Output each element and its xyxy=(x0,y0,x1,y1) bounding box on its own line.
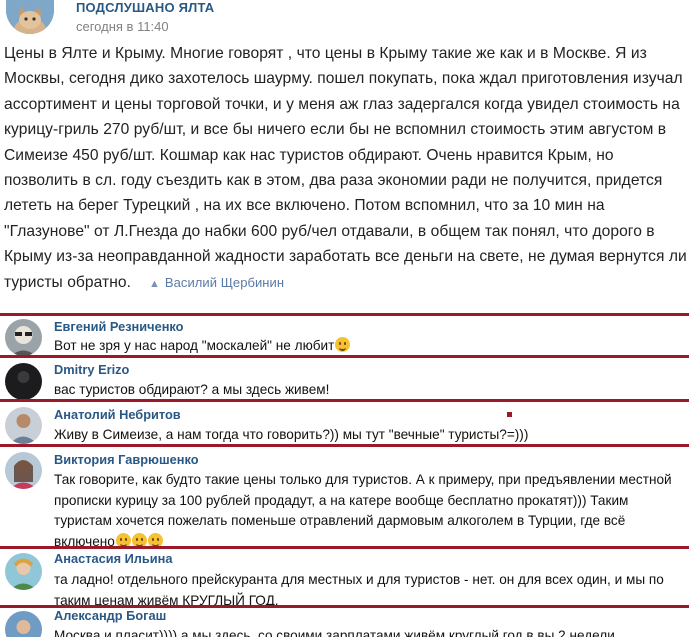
comment-avatar[interactable] xyxy=(5,553,42,590)
post-text: Цены в Ялте и Крыму. Многие говорят , чт… xyxy=(4,41,687,297)
laughing-emoji-icon xyxy=(335,337,351,352)
group-name[interactable]: ПОДСЛУШАНО ЯЛТА xyxy=(76,0,214,15)
comment-avatar[interactable] xyxy=(5,363,42,400)
marker-dot xyxy=(507,412,512,417)
post-header: ПОДСЛУШАНО ЯЛТА сегодня в 11:40 xyxy=(0,0,689,38)
post-author-name: Василий Щербинин xyxy=(164,274,285,290)
comment: Виктория Гаврюшенко Так говорите, как бу… xyxy=(0,444,689,549)
comment-avatar[interactable] xyxy=(5,407,42,444)
comment-text: Москва и пласит)))) а мы здесь, со своим… xyxy=(54,628,615,637)
group-avatar[interactable] xyxy=(6,0,54,34)
comment-text: вас туристов обдирают? а мы здесь живем! xyxy=(54,382,330,397)
comment-author[interactable]: Анатолий Небритов xyxy=(54,407,181,422)
comment-author[interactable]: Виктория Гаврюшенко xyxy=(54,452,199,467)
comment: Dmitry Erizo вас туристов обдирают? а мы… xyxy=(0,355,689,402)
comment-text: Так говорите, как будто такие цены тольк… xyxy=(54,470,684,552)
post-date[interactable]: сегодня в 11:40 xyxy=(76,19,173,34)
comment-text: Вот не зря у нас народ "москалей" не люб… xyxy=(54,336,684,357)
comment-author[interactable]: Евгений Резниченко xyxy=(54,319,184,334)
comment-text-body: Так говорите, как будто такие цены тольк… xyxy=(54,472,672,549)
comment-avatar[interactable] xyxy=(5,319,42,356)
comment: Евгений Резниченко Вот не зря у нас наро… xyxy=(0,313,689,358)
comment-author[interactable]: Александр Богаш xyxy=(54,608,166,623)
comment-avatar[interactable] xyxy=(5,611,42,637)
comment-text-body: Вот не зря у нас народ "москалей" не люб… xyxy=(54,338,335,353)
comment: Анастасия Ильина та ладно! отдельного пр… xyxy=(0,546,689,608)
post-author[interactable]: ▲ Василий Щербинин xyxy=(149,275,284,290)
comment-avatar[interactable] xyxy=(5,452,42,489)
post-date-text: сегодня в 11:40 xyxy=(76,19,169,34)
post-text-body: Цены в Ялте и Крыму. Многие говорят , чт… xyxy=(4,45,687,291)
comment: Александр Богаш Москва и пласит)))) а мы… xyxy=(0,605,689,637)
user-icon: ▲ xyxy=(148,277,160,290)
comment-author[interactable]: Анастасия Ильина xyxy=(54,551,173,566)
comment-text: Живу в Симеизе, а нам тогда что говорить… xyxy=(54,427,529,442)
comment: Анатолий Небритов Живу в Симеизе, а нам … xyxy=(0,399,689,447)
comment-author[interactable]: Dmitry Erizo xyxy=(54,362,129,377)
